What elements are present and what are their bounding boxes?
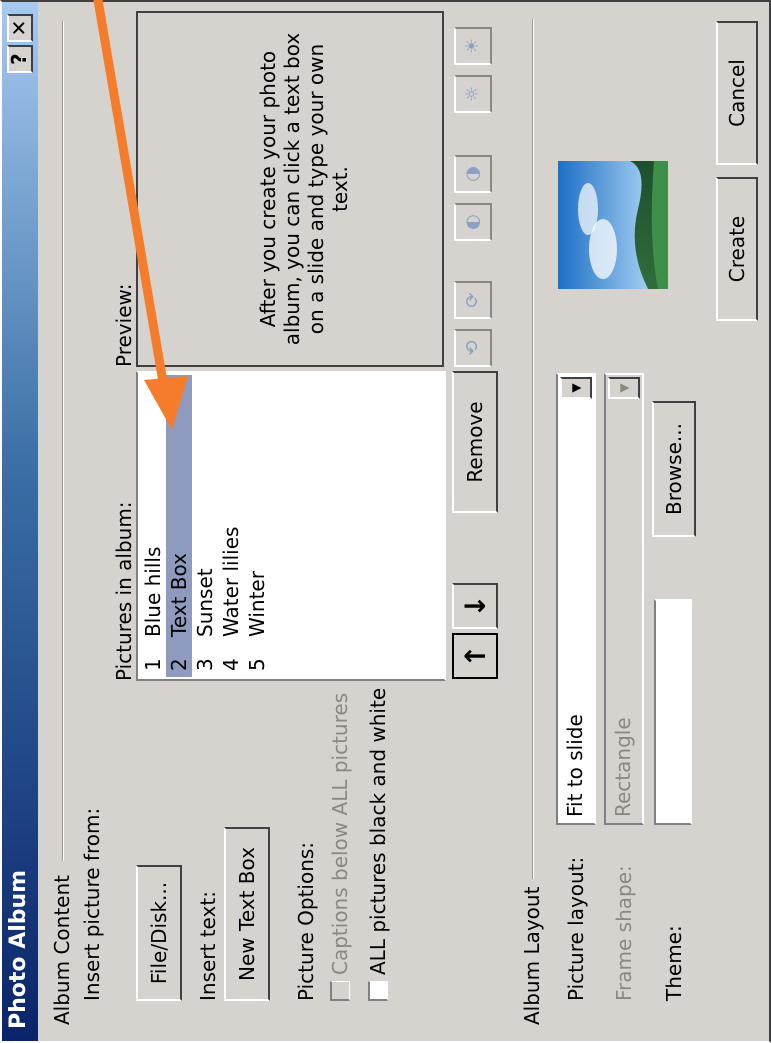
annotation-arrow-icon [93, 0, 188, 430]
